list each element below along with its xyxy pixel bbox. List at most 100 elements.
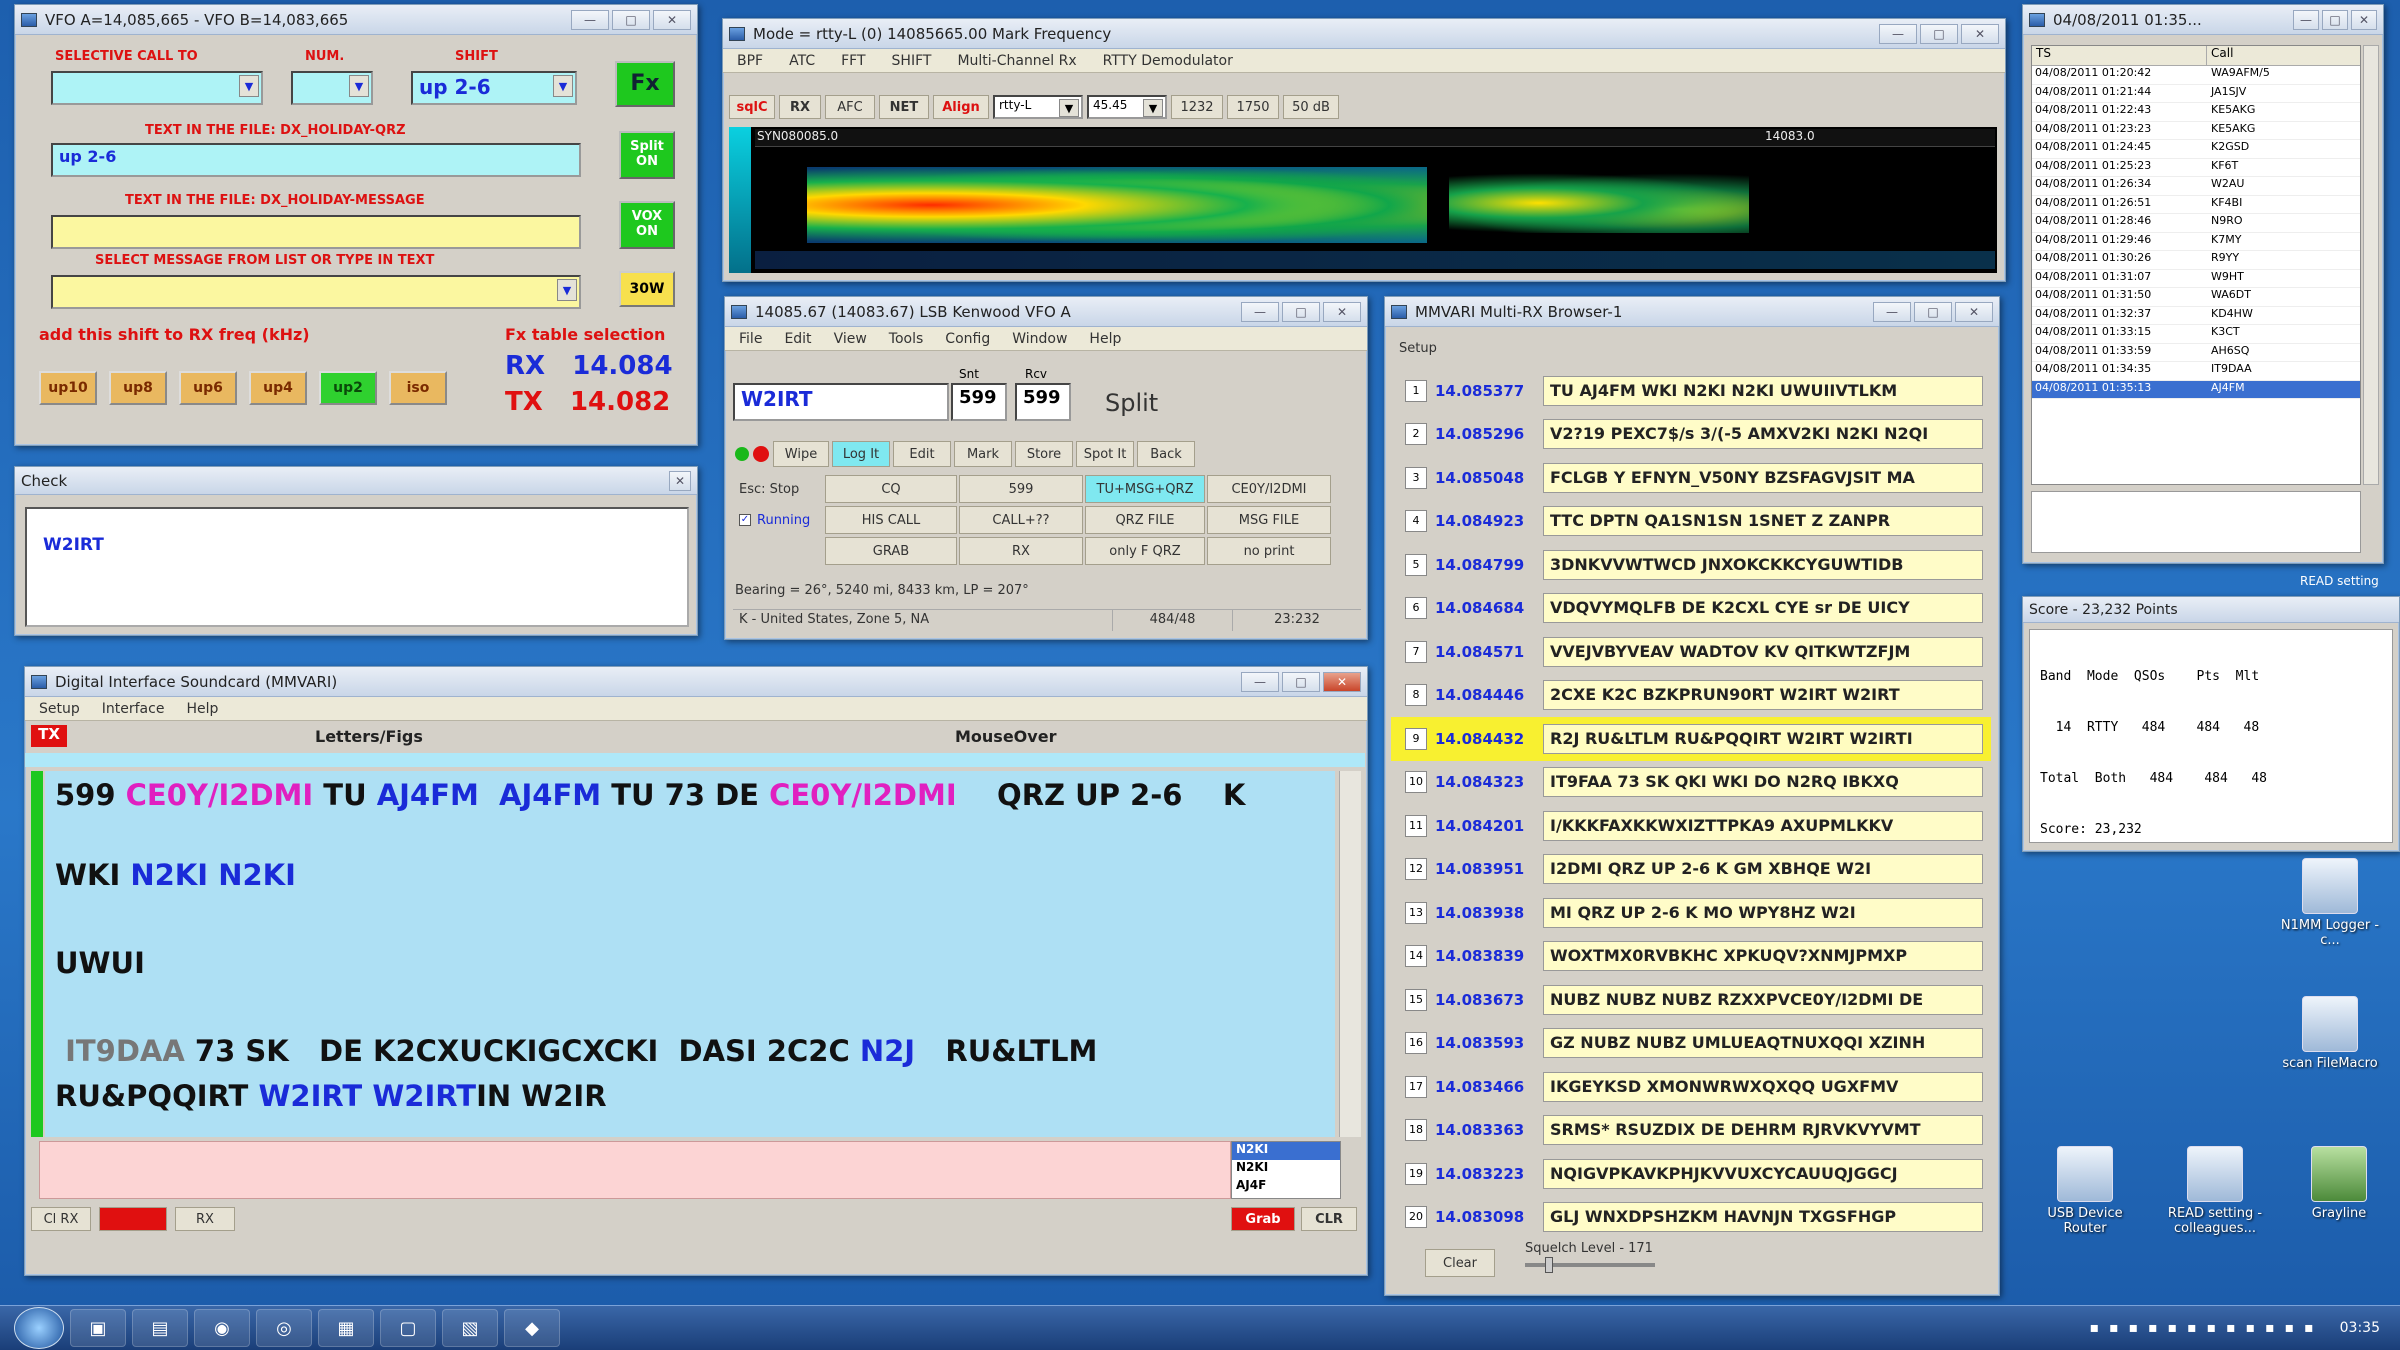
log-row[interactable]: 04/08/2011 01:29:46 K7MY [2032,233,2360,251]
taskbar-mmvari-icon[interactable]: ▦ [318,1309,374,1347]
snt-input[interactable]: 599 [951,383,1007,421]
function-key-1-3[interactable]: QRZ FILE [1085,506,1205,534]
log-row[interactable]: 04/08/2011 01:31:07 W9HT [2032,270,2360,288]
channel-row[interactable]: 15 14.083673 NUBZ NUBZ NUBZ RZXXPVCE0Y/I2D… [1391,978,1991,1022]
channel-text[interactable]: GZ NUBZ NUBZ UMLUEAQTNUXQQI XZINH [1543,1028,1983,1059]
menu-item-shift[interactable]: SHIFT [892,53,932,69]
log-scrollbar[interactable] [2363,45,2379,485]
log-row[interactable]: 04/08/2011 01:32:37 KD4HW [2032,307,2360,325]
start-button[interactable] [14,1307,64,1349]
channel-number[interactable]: 15 [1405,988,1427,1011]
minimize-icon[interactable]: — [1879,23,1917,44]
channel-row[interactable]: 8 14.084446 2CXE K2C BZKPRUN90RT W2IRT W2I… [1391,674,1991,718]
close-icon[interactable]: ✕ [1323,671,1361,692]
shift-button-up10[interactable]: up10 [39,371,97,405]
menu-item-help[interactable]: Help [186,701,218,717]
edit-button[interactable]: Edit [893,441,951,467]
channel-row[interactable]: 7 14.084571 VVEJVBYVEAV WADTOV KV QITKWTZF… [1391,630,1991,674]
menu-item-setup[interactable]: Setup [39,701,80,717]
channel-row[interactable]: 20 14.083098 GLJ WNXDPSHZKM HAVNJN TXGSFHG… [1391,1196,1991,1240]
log-it-button[interactable]: Log It [832,441,890,467]
function-key-0-1[interactable]: CQ [825,475,957,503]
menu-item-multi-channel-rx[interactable]: Multi-Channel Rx [957,53,1076,69]
log-row[interactable]: 04/08/2011 01:20:42 WA9AFM/5 [2032,66,2360,85]
channel-text[interactable]: 3DNKVVWTWCD JNXOKCKKCYGUWTIDB [1543,549,1983,580]
call-list-item[interactable]: N2KI [1232,1142,1340,1160]
channel-row[interactable]: 18 14.083363 SRMS* RSUZDIX DE DEHRM RJRVKV… [1391,1109,1991,1153]
taskbar-media-icon[interactable]: ◉ [194,1309,250,1347]
menu-item-atc[interactable]: ATC [789,53,815,69]
function-key-0-3[interactable]: TU+MSG+QRZ [1085,475,1205,503]
tx-badge[interactable]: TX [31,725,67,747]
baud-select[interactable]: 45.45 ▼ [1087,95,1167,119]
channel-number[interactable]: 10 [1405,771,1427,794]
channel-row[interactable]: 5 14.084799 3DNKVVWTWCD JNXOKCKKCYGUWTIDB [1391,543,1991,587]
rx-text-pane[interactable]: 599 CE0Y/I2DMI TU AJ4FM AJ4FM TU 73 DE C… [45,771,1335,1137]
channel-number[interactable]: 3 [1405,466,1427,489]
channel-number[interactable]: 18 [1405,1119,1427,1142]
log-row[interactable]: 04/08/2011 01:25:23 KF6T [2032,159,2360,177]
tray-icon[interactable]: ▪ [2168,1320,2178,1336]
channel-number[interactable]: 12 [1405,858,1427,881]
tray-icon[interactable]: ▪ [2148,1320,2158,1336]
chevron-down-icon[interactable]: ▼ [1059,99,1079,117]
menu-item-window[interactable]: Window [1012,331,1067,347]
shift-button-up8[interactable]: up8 [109,371,167,405]
rx-button[interactable]: RX [779,95,821,119]
vox-on-button[interactable]: VOX ON [619,201,675,249]
level-value[interactable]: 50 dB [1283,95,1339,119]
score-titlebar[interactable]: Score - 23,232 Points [2023,597,2399,623]
menu-item-bpf[interactable]: BPF [737,53,763,69]
call-list-item[interactable]: N2KI [1232,1160,1340,1178]
menu-item-config[interactable]: Config [945,331,990,347]
letters-figs-label[interactable]: Letters/Figs [315,727,423,746]
channel-number[interactable]: 4 [1405,510,1427,533]
read-setting-desktop-icon[interactable]: READ setting - colleagues... [2160,1146,2270,1236]
maximize-icon[interactable]: □ [1920,23,1958,44]
spot-it-button[interactable]: Spot It [1076,441,1134,467]
afc-button[interactable]: AFC [825,95,875,119]
setup-menu[interactable]: Setup [1399,341,1437,356]
channel-text[interactable]: V2?19 PEXC7$/s 3/(-5 AMXV2KI N2KI N2QI [1543,419,1983,450]
align-button[interactable]: Align [933,95,989,119]
channel-row[interactable]: 9 14.084432 R2J RU&LTLM RU&PQQIRT W2IRT W2… [1391,717,1991,761]
close-icon[interactable]: ✕ [1323,301,1361,322]
mark-freq[interactable]: 1232 [1171,95,1223,119]
channel-row[interactable]: 16 14.083593 GZ NUBZ NUBZ UMLUEAQTNUXQQI X… [1391,1022,1991,1066]
channel-number[interactable]: 11 [1405,814,1427,837]
channel-text[interactable]: IT9FAA 73 SK QKI WKI DO N2RQ IBKXQ [1543,767,1983,798]
chevron-down-icon[interactable]: ▼ [239,75,259,97]
minimize-icon[interactable]: — [571,9,609,30]
channel-row[interactable]: 1 14.085377 TU AJ4FM WKI N2KI N2KI UWUIIVT… [1391,369,1991,413]
channel-text[interactable]: SRMS* RSUZDIX DE DEHRM RJRVKVYVMT [1543,1115,1983,1146]
menu-item-view[interactable]: View [834,331,867,347]
mark-button[interactable]: Mark [954,441,1012,467]
channel-row[interactable]: 4 14.084923 TTC DPTN QA1SN1SN 1SNET Z ZANP… [1391,500,1991,544]
function-key-2-2[interactable]: RX [959,537,1083,565]
shift-combo[interactable]: up 2-6 ▼ [411,71,577,105]
call-listbox[interactable]: N2KI N2KI AJ4F [1231,1141,1341,1199]
channel-number[interactable]: 6 [1405,597,1427,620]
multirx-titlebar[interactable]: MMVARI Multi-RX Browser-1 — □ ✕ [1385,297,1999,327]
log-row[interactable]: 04/08/2011 01:24:45 K2GSD [2032,140,2360,159]
tray-icon[interactable]: ▪ [2187,1320,2197,1336]
file-msg-input[interactable] [51,215,581,249]
back-button[interactable]: Back [1137,441,1195,467]
channel-number[interactable]: 1 [1405,379,1427,402]
vfo-titlebar[interactable]: VFO A=14,085,665 - VFO B=14,083,665 — □ ✕ [15,5,697,35]
checkbox-icon[interactable]: ✓ [739,514,751,526]
net-button[interactable]: NET [879,95,929,119]
close-icon[interactable]: ✕ [1955,301,1993,322]
channel-number[interactable]: 14 [1405,945,1427,968]
taskbar-folder-icon[interactable]: ▤ [132,1309,188,1347]
file-qrz-input[interactable]: up 2-6 [51,143,581,177]
check-titlebar[interactable]: Check ✕ [15,467,697,495]
shift-button-up2[interactable]: up2 [319,371,377,405]
chevron-down-icon[interactable]: ▼ [553,75,573,97]
call-input[interactable]: W2IRT [733,383,949,421]
function-key-2-1[interactable]: GRAB [825,537,957,565]
clear-rx-button[interactable]: Cl RX [31,1207,91,1231]
channel-text[interactable]: TTC DPTN QA1SN1SN 1SNET Z ZANPR [1543,506,1983,537]
function-key-1-1[interactable]: HIS CALL [825,506,957,534]
space-freq[interactable]: 1750 [1227,95,1279,119]
